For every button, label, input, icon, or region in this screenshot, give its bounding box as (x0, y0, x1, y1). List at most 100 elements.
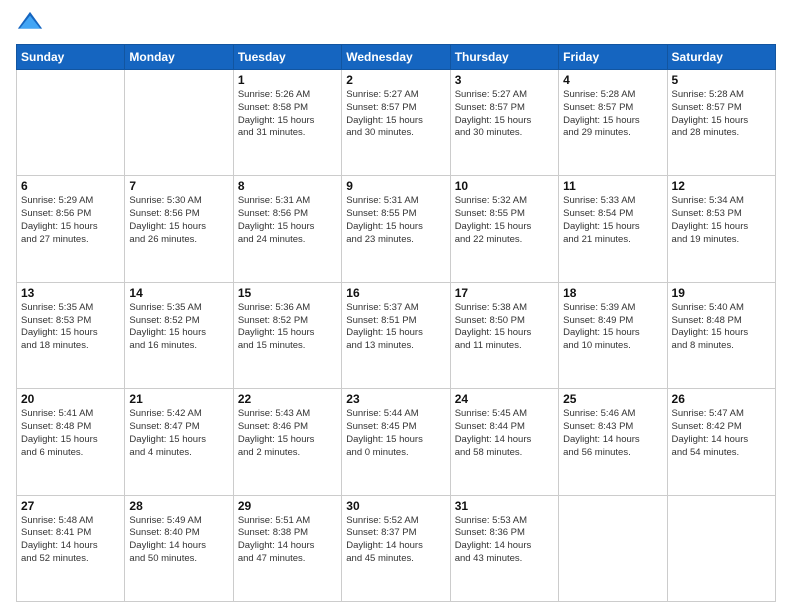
calendar-header-monday: Monday (125, 45, 233, 70)
calendar-cell: 4Sunrise: 5:28 AM Sunset: 8:57 PM Daylig… (559, 70, 667, 176)
calendar-cell: 12 Sunrise: 5:34 AM Sunset: 8:53 PM Dayli… (667, 176, 775, 282)
calendar-cell: 25Sunrise: 5:46 AM Sunset: 8:43 PM Dayli… (559, 389, 667, 495)
calendar-cell: 15 Sunrise: 5:36 AM Sunset: 8:52 PM Dayli… (233, 282, 341, 388)
day-number: 27 (21, 499, 120, 513)
day-info: Sunrise: 5:30 AM Sunset: 8:56 PM Dayligh… (129, 195, 228, 246)
calendar-cell (667, 495, 775, 601)
day-info: Sunrise: 5:53 AM Sunset: 8:36 PM Dayligh… (455, 515, 554, 566)
calendar-cell: 14Sunrise: 5:35 AM Sunset: 8:52 PM Dayli… (125, 282, 233, 388)
day-info: Sunrise: 5:26 AM Sunset: 8:58 PM Dayligh… (238, 89, 337, 140)
day-number: 25 (563, 392, 662, 406)
day-number: 18 (563, 286, 662, 300)
logo-icon (16, 10, 44, 38)
calendar-cell (125, 70, 233, 176)
day-number: 13 (21, 286, 120, 300)
day-info: Sunrise: 5:49 AM Sunset: 8:40 PM Dayligh… (129, 515, 228, 566)
day-number: 17 (455, 286, 554, 300)
day-info: Sunrise: 5:44 AM Sunset: 8:45 PM Dayligh… (346, 408, 445, 459)
day-info: Sunrise: 5:51 AM Sunset: 8:38 PM Dayligh… (238, 515, 337, 566)
day-info: Sunrise: 5:42 AM Sunset: 8:47 PM Dayligh… (129, 408, 228, 459)
day-info: Sunrise: 5:39 AM Sunset: 8:49 PM Dayligh… (563, 302, 662, 353)
calendar-week-row: 20Sunrise: 5:41 AM Sunset: 8:48 PM Dayli… (17, 389, 776, 495)
day-info: Sunrise: 5:29 AM Sunset: 8:56 PM Dayligh… (21, 195, 120, 246)
calendar-header-sunday: Sunday (17, 45, 125, 70)
header (16, 10, 776, 38)
day-number: 5 (672, 73, 771, 87)
calendar-cell: 10 Sunrise: 5:32 AM Sunset: 8:55 PM Dayli… (450, 176, 558, 282)
day-info: Sunrise: 5:31 AM Sunset: 8:56 PM Dayligh… (238, 195, 337, 246)
day-number: 14 (129, 286, 228, 300)
calendar-cell: 1 Sunrise: 5:26 AM Sunset: 8:58 PM Daylig… (233, 70, 341, 176)
day-number: 3 (455, 73, 554, 87)
calendar-cell: 16Sunrise: 5:37 AM Sunset: 8:51 PM Dayli… (342, 282, 450, 388)
calendar-header-row: SundayMondayTuesdayWednesdayThursdayFrid… (17, 45, 776, 70)
calendar-cell: 20Sunrise: 5:41 AM Sunset: 8:48 PM Dayli… (17, 389, 125, 495)
calendar-cell: 30 Sunrise: 5:52 AM Sunset: 8:37 PM Dayli… (342, 495, 450, 601)
calendar-cell: 17 Sunrise: 5:38 AM Sunset: 8:50 PM Dayli… (450, 282, 558, 388)
calendar-cell (17, 70, 125, 176)
day-number: 31 (455, 499, 554, 513)
day-number: 4 (563, 73, 662, 87)
day-number: 26 (672, 392, 771, 406)
calendar-table: SundayMondayTuesdayWednesdayThursdayFrid… (16, 44, 776, 602)
calendar-cell: 7 Sunrise: 5:30 AM Sunset: 8:56 PM Daylig… (125, 176, 233, 282)
day-number: 20 (21, 392, 120, 406)
day-info: Sunrise: 5:38 AM Sunset: 8:50 PM Dayligh… (455, 302, 554, 353)
page: SundayMondayTuesdayWednesdayThursdayFrid… (0, 0, 792, 612)
calendar-header-thursday: Thursday (450, 45, 558, 70)
calendar-cell: 21Sunrise: 5:42 AM Sunset: 8:47 PM Dayli… (125, 389, 233, 495)
day-info: Sunrise: 5:34 AM Sunset: 8:53 PM Dayligh… (672, 195, 771, 246)
calendar-cell: 29Sunrise: 5:51 AM Sunset: 8:38 PM Dayli… (233, 495, 341, 601)
day-info: Sunrise: 5:31 AM Sunset: 8:55 PM Dayligh… (346, 195, 445, 246)
calendar-cell: 27 Sunrise: 5:48 AM Sunset: 8:41 PM Dayli… (17, 495, 125, 601)
day-info: Sunrise: 5:27 AM Sunset: 8:57 PM Dayligh… (455, 89, 554, 140)
calendar-cell: 5 Sunrise: 5:28 AM Sunset: 8:57 PM Daylig… (667, 70, 775, 176)
calendar-header-wednesday: Wednesday (342, 45, 450, 70)
calendar-header-saturday: Saturday (667, 45, 775, 70)
day-number: 12 (672, 179, 771, 193)
day-number: 6 (21, 179, 120, 193)
calendar-cell: 19 Sunrise: 5:40 AM Sunset: 8:48 PM Dayli… (667, 282, 775, 388)
day-number: 2 (346, 73, 445, 87)
day-number: 7 (129, 179, 228, 193)
day-info: Sunrise: 5:33 AM Sunset: 8:54 PM Dayligh… (563, 195, 662, 246)
day-info: Sunrise: 5:40 AM Sunset: 8:48 PM Dayligh… (672, 302, 771, 353)
day-number: 30 (346, 499, 445, 513)
day-number: 15 (238, 286, 337, 300)
calendar-cell: 8 Sunrise: 5:31 AM Sunset: 8:56 PM Daylig… (233, 176, 341, 282)
day-info: Sunrise: 5:48 AM Sunset: 8:41 PM Dayligh… (21, 515, 120, 566)
calendar-cell: 2 Sunrise: 5:27 AM Sunset: 8:57 PM Daylig… (342, 70, 450, 176)
day-number: 19 (672, 286, 771, 300)
day-number: 16 (346, 286, 445, 300)
calendar-cell: 23 Sunrise: 5:44 AM Sunset: 8:45 PM Dayli… (342, 389, 450, 495)
calendar-cell: 18 Sunrise: 5:39 AM Sunset: 8:49 PM Dayli… (559, 282, 667, 388)
day-info: Sunrise: 5:28 AM Sunset: 8:57 PM Dayligh… (672, 89, 771, 140)
calendar-cell: 6 Sunrise: 5:29 AM Sunset: 8:56 PM Daylig… (17, 176, 125, 282)
calendar-cell: 24 Sunrise: 5:45 AM Sunset: 8:44 PM Dayli… (450, 389, 558, 495)
calendar-cell: 22Sunrise: 5:43 AM Sunset: 8:46 PM Dayli… (233, 389, 341, 495)
day-info: Sunrise: 5:45 AM Sunset: 8:44 PM Dayligh… (455, 408, 554, 459)
day-number: 10 (455, 179, 554, 193)
calendar-header-friday: Friday (559, 45, 667, 70)
day-info: Sunrise: 5:35 AM Sunset: 8:53 PM Dayligh… (21, 302, 120, 353)
day-number: 28 (129, 499, 228, 513)
calendar-week-row: 6 Sunrise: 5:29 AM Sunset: 8:56 PM Daylig… (17, 176, 776, 282)
calendar-cell: 9 Sunrise: 5:31 AM Sunset: 8:55 PM Daylig… (342, 176, 450, 282)
calendar-cell: 13 Sunrise: 5:35 AM Sunset: 8:53 PM Dayli… (17, 282, 125, 388)
day-number: 9 (346, 179, 445, 193)
calendar-week-row: 13 Sunrise: 5:35 AM Sunset: 8:53 PM Dayli… (17, 282, 776, 388)
logo (16, 10, 48, 38)
day-info: Sunrise: 5:43 AM Sunset: 8:46 PM Dayligh… (238, 408, 337, 459)
calendar-week-row: 1 Sunrise: 5:26 AM Sunset: 8:58 PM Daylig… (17, 70, 776, 176)
calendar-cell: 26 Sunrise: 5:47 AM Sunset: 8:42 PM Dayli… (667, 389, 775, 495)
day-number: 1 (238, 73, 337, 87)
day-info: Sunrise: 5:27 AM Sunset: 8:57 PM Dayligh… (346, 89, 445, 140)
day-info: Sunrise: 5:36 AM Sunset: 8:52 PM Dayligh… (238, 302, 337, 353)
day-number: 8 (238, 179, 337, 193)
day-info: Sunrise: 5:52 AM Sunset: 8:37 PM Dayligh… (346, 515, 445, 566)
day-info: Sunrise: 5:32 AM Sunset: 8:55 PM Dayligh… (455, 195, 554, 246)
day-number: 24 (455, 392, 554, 406)
calendar-cell: 3 Sunrise: 5:27 AM Sunset: 8:57 PM Daylig… (450, 70, 558, 176)
day-info: Sunrise: 5:47 AM Sunset: 8:42 PM Dayligh… (672, 408, 771, 459)
day-number: 23 (346, 392, 445, 406)
